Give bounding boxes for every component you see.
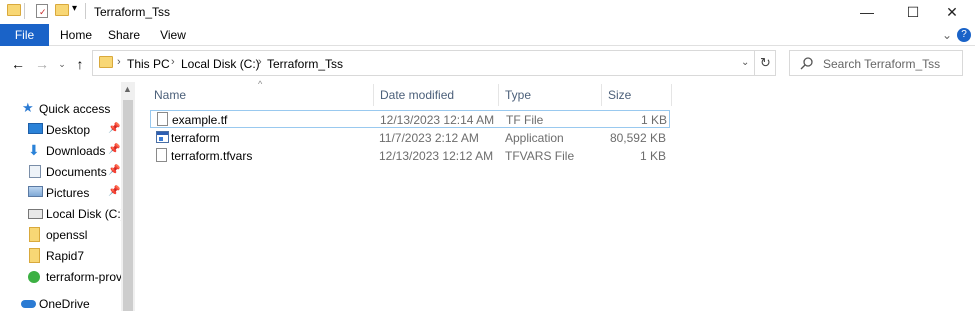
download-icon: ⬇: [28, 142, 40, 158]
column-header-name[interactable]: Name: [148, 84, 374, 106]
sidebar-item-label: terraform-provic: [46, 270, 131, 284]
star-icon: ★: [22, 100, 34, 115]
sidebar-item-label: Documents: [46, 165, 107, 179]
breadcrumb-this-pc[interactable]: This PC: [127, 57, 170, 71]
sidebar-item-label: Desktop: [46, 123, 91, 137]
minimize-button[interactable]: —: [844, 0, 890, 24]
sidebar-item-label: Rapid7: [46, 249, 85, 263]
sidebar-item-terraform-provider[interactable]: terraform-provic: [0, 267, 131, 287]
file-size: 1 KB: [640, 113, 667, 127]
column-header-label: Date modified: [380, 88, 455, 102]
tab-file[interactable]: File: [0, 24, 49, 46]
cloud-icon: [21, 300, 36, 308]
search-placeholder: Search Terraform_Tss: [823, 57, 941, 71]
back-arrow-icon[interactable]: ←: [8, 56, 28, 72]
pin-icon: 📌: [108, 165, 121, 176]
file-type: TF File: [506, 113, 544, 127]
nav-scrollbar[interactable]: ▲: [121, 82, 135, 311]
sidebar-item-label: Local Disk (C:): [46, 207, 125, 221]
file-size: 80,592 KB: [609, 131, 666, 145]
column-header-size[interactable]: Size: [602, 84, 672, 106]
breadcrumb-separator: ›: [171, 56, 175, 68]
sidebar-item-openssl[interactable]: openssl: [0, 225, 122, 245]
divider: [754, 51, 755, 75]
table-row[interactable]: terraform.tfvars 12/13/2023 12:12 AM TFV…: [150, 147, 670, 165]
sidebar-item-quick-access[interactable]: ★ Quick access: [0, 99, 122, 119]
up-arrow-icon[interactable]: ↑: [70, 56, 90, 72]
breadcrumb-separator: ›: [117, 56, 121, 68]
sidebar-item-label: Quick access: [39, 102, 111, 116]
sidebar-item-label: OneDrive: [39, 297, 90, 311]
tab-home[interactable]: Home: [56, 24, 96, 46]
sidebar-item-local-disk[interactable]: Local Disk (C:): [0, 204, 125, 224]
window-title: Terraform_Tss: [94, 5, 171, 19]
application-icon: [156, 131, 169, 143]
recent-locations-icon[interactable]: ⌄: [52, 56, 72, 72]
sidebar-item-rapid7[interactable]: Rapid7: [0, 246, 122, 266]
tab-share[interactable]: Share: [104, 24, 144, 46]
expand-ribbon-icon[interactable]: ⌄: [940, 24, 954, 46]
folder-icon: [29, 227, 40, 242]
file-name: terraform: [171, 131, 220, 145]
properties-icon[interactable]: ✓: [36, 4, 48, 18]
navigation-pane: ★ Quick access Desktop 📌 ⬇ Downloads 📌 D…: [0, 82, 131, 311]
file-icon: [157, 112, 168, 126]
sidebar-item-downloads[interactable]: ⬇ Downloads 📌: [0, 141, 122, 161]
new-folder-icon[interactable]: [55, 4, 69, 16]
close-button[interactable]: ✕: [929, 0, 975, 24]
file-date: 12/13/2023 12:14 AM: [380, 113, 495, 127]
drive-icon: [28, 209, 43, 219]
pin-icon: 📌: [108, 186, 121, 197]
help-icon[interactable]: ?: [957, 28, 971, 42]
sidebar-item-desktop[interactable]: Desktop 📌: [0, 120, 122, 140]
table-row[interactable]: terraform 11/7/2023 2:12 AM Application …: [150, 129, 670, 147]
folder-sync-icon: [28, 271, 40, 283]
file-date: 12/13/2023 12:12 AM: [379, 149, 494, 163]
column-header-date[interactable]: Date modified: [374, 84, 499, 106]
desktop-icon: [28, 123, 43, 134]
divider: [85, 3, 86, 19]
file-date: 11/7/2023 2:12 AM: [379, 131, 479, 145]
divider: [24, 3, 25, 19]
file-name: example.tf: [172, 113, 228, 127]
refresh-icon[interactable]: ↻: [760, 55, 771, 71]
title-bar: ✓ ▾ Terraform_Tss — ☐ ✕: [0, 0, 975, 24]
column-header-label: Size: [608, 88, 632, 102]
column-header-type[interactable]: Type: [499, 84, 602, 106]
file-size: 1 KB: [639, 149, 666, 163]
address-bar[interactable]: › This PC › Local Disk (C:) › Terraform_…: [92, 50, 776, 76]
folder-icon: [29, 248, 40, 263]
folder-icon: [99, 56, 113, 68]
pictures-icon: [28, 186, 43, 197]
sidebar-item-label: Pictures: [46, 186, 90, 200]
table-row[interactable]: example.tf 12/13/2023 12:14 AM TF File 1…: [150, 110, 670, 128]
breadcrumb-separator: ›: [258, 56, 262, 68]
column-header-label: Name: [154, 88, 187, 102]
pin-icon: 📌: [108, 144, 121, 155]
search-box[interactable]: Search Terraform_Tss: [789, 50, 963, 76]
forward-arrow-icon[interactable]: →: [32, 56, 52, 72]
file-icon: [156, 148, 167, 162]
sidebar-item-onedrive[interactable]: OneDrive: [0, 294, 122, 311]
folder-icon: [7, 4, 21, 16]
ribbon-tabs: File Home Share View ⌄ ?: [0, 24, 975, 46]
search-icon: [800, 57, 813, 70]
address-dropdown-icon[interactable]: ⌄: [741, 57, 749, 68]
sidebar-item-label: openssl: [46, 228, 88, 242]
file-type: TFVARS File: [505, 149, 575, 163]
scroll-up-icon[interactable]: ▲: [123, 84, 132, 94]
sidebar-item-pictures[interactable]: Pictures 📌: [0, 183, 122, 203]
pin-icon: 📌: [108, 123, 121, 134]
tab-view[interactable]: View: [153, 24, 193, 46]
scrollbar-thumb[interactable]: [123, 100, 133, 311]
column-header-label: Type: [505, 88, 532, 102]
breadcrumb-local-disk[interactable]: Local Disk (C:): [181, 57, 260, 71]
documents-icon: [29, 165, 41, 178]
breadcrumb-terraform-tss[interactable]: Terraform_Tss: [267, 57, 343, 71]
file-type: Application: [505, 131, 564, 145]
sidebar-item-label: Downloads: [46, 144, 106, 158]
file-name: terraform.tfvars: [171, 149, 253, 163]
customize-toolbar-icon[interactable]: ▾: [72, 3, 77, 14]
sidebar-item-documents[interactable]: Documents 📌: [0, 162, 122, 182]
